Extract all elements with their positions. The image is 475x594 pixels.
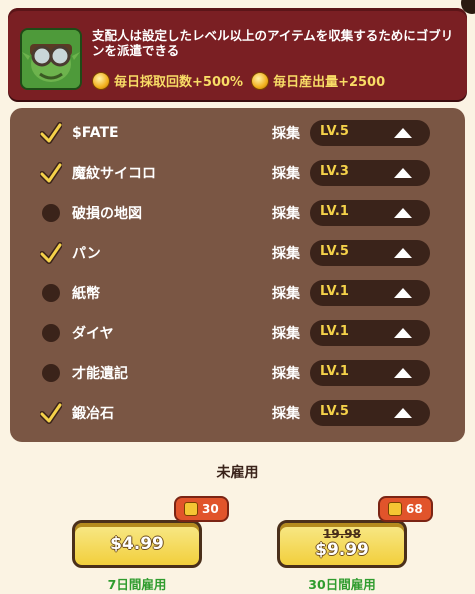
level-selector[interactable]: LV.5 — [310, 240, 430, 266]
info-header: 支配人は設定したレベル以上のアイテムを収集するためにゴブリンを派遣できる 毎日採… — [8, 8, 467, 100]
price-value: $4.99 — [110, 534, 164, 554]
level-value: LV.1 — [320, 204, 349, 219]
arrow-up-icon[interactable] — [394, 128, 412, 138]
level-value: LV.3 — [320, 164, 349, 179]
arrow-up-icon[interactable] — [394, 168, 412, 178]
level-selector[interactable]: LV.5 — [310, 120, 430, 146]
level-selector[interactable]: LV.5 — [310, 400, 430, 426]
duration-label: 30日間雇用 — [308, 577, 376, 592]
list-item: 紙幣 採集 LV.1 — [10, 273, 465, 313]
bonus-row: 毎日採取回数+500% 毎日産出量+2500 — [92, 71, 385, 90]
scroll-icon — [184, 502, 198, 516]
unchecked-dot[interactable] — [42, 364, 60, 382]
badge-value: 68 — [406, 502, 423, 516]
list-item: パン 採集 LV.5 — [10, 233, 465, 273]
collect-label: 採集 — [272, 246, 300, 262]
bonus-label: 毎日産出量+2500 — [273, 75, 386, 90]
collect-label: 採集 — [272, 326, 300, 342]
arrow-up-icon[interactable] — [394, 248, 412, 258]
checkmark-icon[interactable] — [40, 162, 62, 184]
list-item: 鍛冶石 採集 LV.5 — [10, 393, 465, 433]
list-item: 破損の地図 採集 LV.1 — [10, 193, 465, 233]
duration-label: 7日間雇用 — [107, 577, 167, 592]
collect-label: 採集 — [272, 166, 300, 182]
checkmark-icon[interactable] — [40, 122, 62, 144]
coin-icon — [92, 71, 110, 90]
item-name: 紙幣 — [72, 286, 100, 302]
bonus-daily-output: 毎日産出量+2500 — [251, 71, 385, 90]
level-value: LV.5 — [320, 244, 349, 259]
level-selector[interactable]: LV.1 — [310, 320, 430, 346]
badge-value: 30 — [202, 502, 219, 516]
level-value: LV.1 — [320, 284, 349, 299]
level-value: LV.1 — [320, 324, 349, 339]
arrow-up-icon[interactable] — [394, 368, 412, 378]
level-selector[interactable]: LV.1 — [310, 360, 430, 386]
collect-label: 採集 — [272, 206, 300, 222]
item-name: ダイヤ — [72, 326, 114, 342]
checkmark-icon[interactable] — [40, 242, 62, 264]
collect-label: 採集 — [272, 286, 300, 302]
scroll-icon — [388, 502, 402, 516]
level-selector[interactable]: LV.3 — [310, 160, 430, 186]
collect-label: 採集 — [272, 366, 300, 382]
unchecked-dot[interactable] — [42, 324, 60, 342]
reward-badge: 30 — [174, 496, 229, 522]
arrow-up-icon[interactable] — [394, 288, 412, 298]
list-item: 魔紋サイコロ 採集 LV.3 — [10, 153, 465, 193]
arrow-up-icon[interactable] — [394, 408, 412, 418]
level-value: LV.5 — [320, 404, 349, 419]
list-item: 才能遺記 採集 LV.1 — [10, 353, 465, 393]
arrow-up-icon[interactable] — [394, 328, 412, 338]
price-value: $9.99 — [315, 540, 369, 560]
unchecked-dot[interactable] — [42, 204, 60, 222]
arrow-up-icon[interactable] — [394, 208, 412, 218]
old-price: 19.98 — [323, 527, 361, 541]
list-item: $FATE 採集 LV.5 — [10, 113, 465, 153]
item-list-panel: $FATE 採集 LV.5 魔紋サイコロ 採集 LV.3 破損の地図 採集 LV… — [10, 108, 465, 442]
bonus-label: 毎日採取回数+500% — [114, 75, 244, 90]
level-value: LV.1 — [320, 364, 349, 379]
hire-7-days-button[interactable]: $4.99 — [72, 520, 202, 568]
bonus-daily-collect: 毎日採取回数+500% — [92, 71, 243, 90]
item-name: パン — [72, 246, 101, 262]
item-name: 鍛冶石 — [72, 406, 114, 422]
goblin-avatar — [20, 28, 82, 90]
hire-status: 未雇用 — [216, 465, 259, 481]
collect-label: 採集 — [272, 126, 300, 142]
reward-badge: 68 — [378, 496, 433, 522]
hire-30-days-button[interactable]: 19.98 $9.99 — [277, 520, 407, 568]
coin-icon — [251, 71, 270, 90]
item-name: $FATE — [72, 125, 119, 141]
level-value: LV.5 — [320, 124, 349, 139]
item-name: 破損の地図 — [72, 206, 142, 222]
goblin-icon — [22, 30, 80, 88]
item-name: 魔紋サイコロ — [72, 166, 156, 182]
level-selector[interactable]: LV.1 — [310, 200, 430, 226]
checkmark-icon[interactable] — [40, 402, 62, 424]
level-selector[interactable]: LV.1 — [310, 280, 430, 306]
collect-label: 採集 — [272, 406, 300, 422]
list-item: ダイヤ 採集 LV.1 — [10, 313, 465, 353]
item-name: 才能遺記 — [72, 366, 128, 382]
unchecked-dot[interactable] — [42, 284, 60, 302]
header-description: 支配人は設定したレベル以上のアイテムを収集するためにゴブリンを派遣できる — [92, 28, 454, 58]
